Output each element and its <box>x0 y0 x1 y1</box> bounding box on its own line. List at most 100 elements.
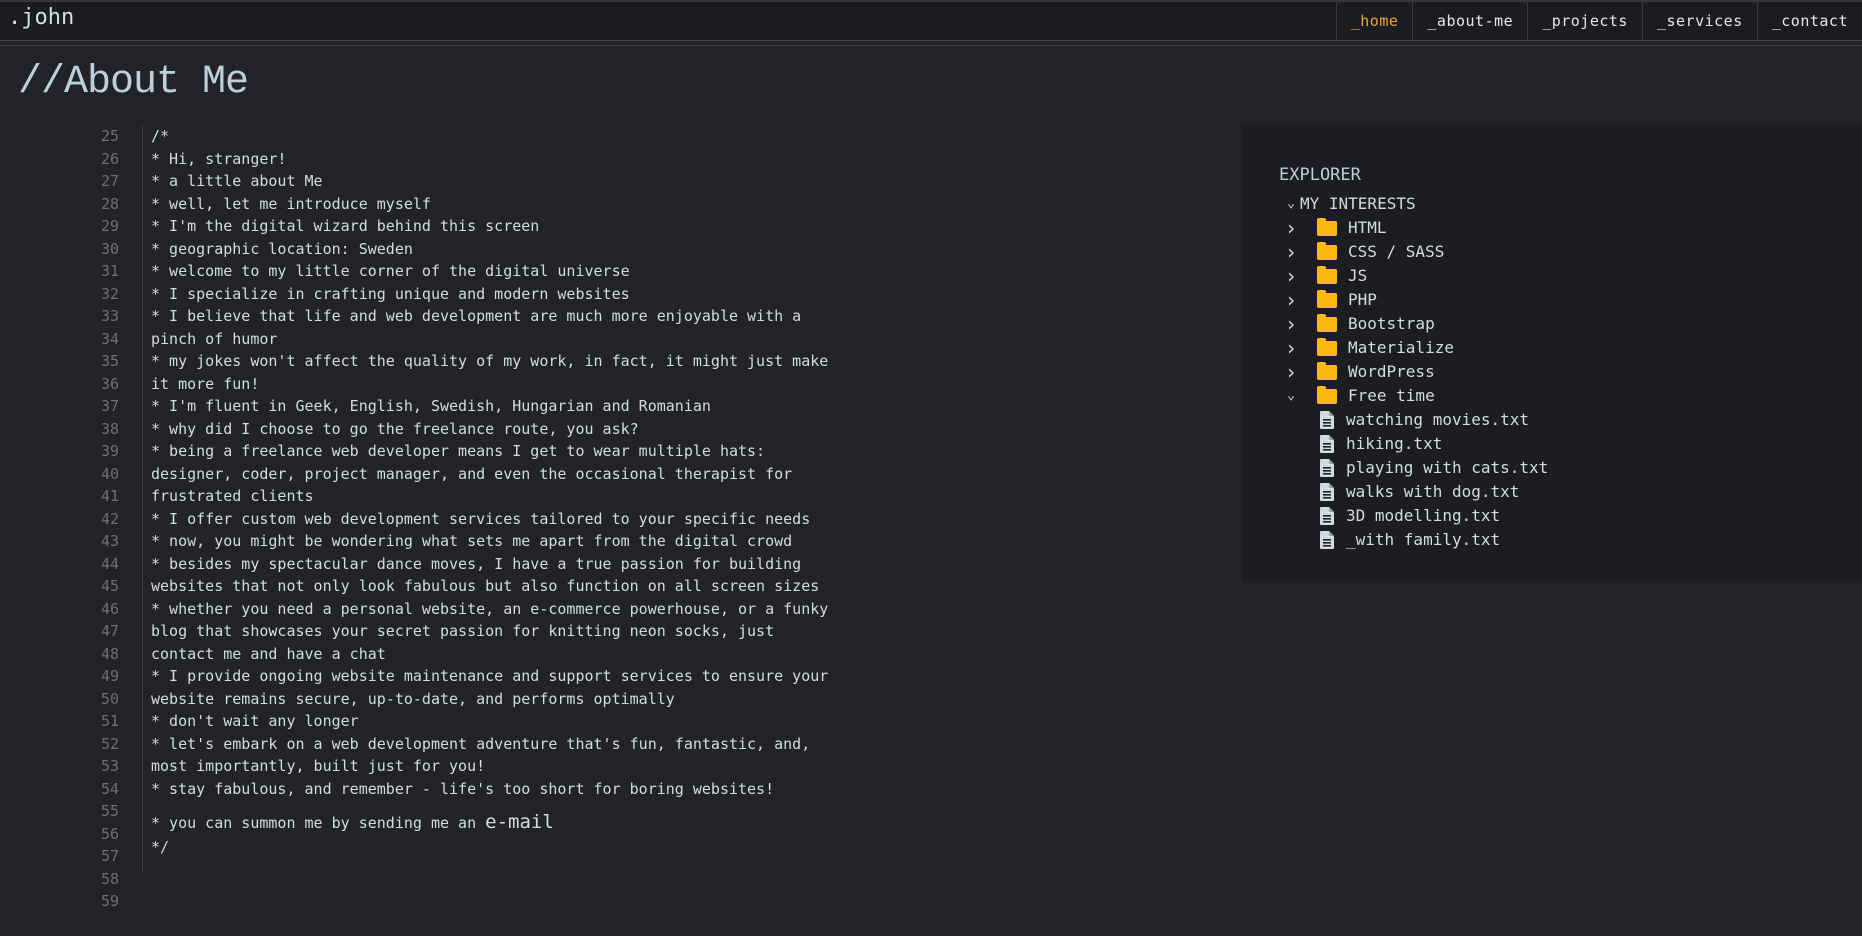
nav-contact[interactable]: _contact <box>1756 2 1862 40</box>
folder-label: Materialize <box>1348 338 1454 357</box>
file-item[interactable]: watching movies.txt <box>1282 408 1548 432</box>
line-number: 51 <box>100 712 119 730</box>
code-line: * I specialize in crafting unique and mo… <box>151 284 630 303</box>
email-link[interactable]: e-mail <box>485 811 554 833</box>
section-label: MY INTERESTS <box>1300 194 1416 213</box>
file-text-icon <box>1320 531 1334 549</box>
file-text-icon <box>1320 483 1334 501</box>
email-line: * you can summon me by sending me an e-m… <box>151 809 828 836</box>
folder-label: Free time <box>1348 386 1435 405</box>
folder-label: WordPress <box>1348 362 1435 381</box>
code-line: most importantly, built just for you! <box>151 757 486 775</box>
line-number: 35 <box>100 352 119 370</box>
code-line: * well, let me introduce myself <box>151 194 431 213</box>
top-bar: .john _home _about-me _projects _service… <box>0 0 1862 41</box>
explorer-title: EXPLORER <box>1279 165 1361 185</box>
line-number: 56 <box>100 824 119 843</box>
about-code-block: /* * Hi, stranger! * a little about Me * we… <box>151 125 828 859</box>
chevron-right-icon: › <box>1284 336 1298 360</box>
chevron-down-icon: ⌄ <box>1287 196 1295 211</box>
chevron-right-icon: › <box>1284 288 1298 312</box>
line-number: 55 <box>100 802 119 820</box>
chevron-right-icon: › <box>1284 312 1298 336</box>
code-line: websites that not only look fabulous but… <box>151 577 820 595</box>
folder-icon <box>1317 289 1337 308</box>
line-number: 49 <box>100 667 119 685</box>
line-number: 26 <box>100 149 119 168</box>
folder-item[interactable]: › Materialize <box>1282 336 1548 360</box>
file-text-icon <box>1320 411 1334 429</box>
code-line: * geographic location: Sweden <box>151 239 413 258</box>
file-label: playing with cats.txt <box>1346 458 1549 477</box>
line-number: 29 <box>100 217 119 235</box>
line-number: 36 <box>100 374 119 393</box>
folder-icon <box>1317 313 1337 332</box>
folder-item[interactable]: › HTML <box>1282 216 1548 240</box>
line-number: 31 <box>100 262 119 280</box>
email-prefix: * you can summon me by sending me an <box>151 814 486 832</box>
folder-item-free-time[interactable]: ⌄ Free time <box>1282 384 1548 408</box>
line-number: 37 <box>100 397 119 415</box>
divider <box>0 45 1862 46</box>
folder-label: JS <box>1348 266 1368 285</box>
code-line: * whether you need a personal website, a… <box>151 599 829 618</box>
section-my-interests[interactable]: ⌄ MY INTERESTS <box>1282 192 1548 216</box>
line-number: 50 <box>100 689 119 708</box>
line-number: 32 <box>100 284 119 303</box>
line-number: 40 <box>100 464 119 483</box>
nav-home[interactable]: _home <box>1335 2 1413 40</box>
code-line: * don't wait any longer <box>151 712 359 730</box>
nav-projects[interactable]: _projects <box>1527 2 1642 40</box>
folder-icon <box>1317 241 1337 260</box>
code-line: blog that showcases your secret passion … <box>151 622 775 640</box>
code-line: * being a freelance web developer means … <box>151 442 766 460</box>
code-line: it more fun! <box>151 374 260 393</box>
line-number: 47 <box>100 622 119 640</box>
line-number: 52 <box>100 734 119 753</box>
file-item[interactable]: hiking.txt <box>1282 432 1548 456</box>
brand-logo[interactable]: .john <box>8 5 74 30</box>
code-line: * let's embark on a web development adve… <box>151 734 811 753</box>
line-number: 58 <box>100 869 119 888</box>
file-item[interactable]: walks with dog.txt <box>1282 480 1548 504</box>
folder-icon <box>1317 337 1337 356</box>
line-number: 27 <box>100 172 119 190</box>
line-number: 46 <box>100 599 119 618</box>
main-nav: _home _about-me _projects _services _con… <box>1335 2 1862 40</box>
folder-item[interactable]: › CSS / SASS <box>1282 240 1548 264</box>
file-item[interactable]: _with family.txt <box>1282 528 1548 552</box>
file-label: watching movies.txt <box>1346 410 1530 429</box>
file-text-icon <box>1320 435 1334 453</box>
nav-about-me[interactable]: _about-me <box>1412 2 1527 40</box>
chevron-right-icon: › <box>1284 360 1298 384</box>
line-number: 48 <box>100 644 119 663</box>
code-line: /* <box>151 127 170 145</box>
folder-item[interactable]: › WordPress <box>1282 360 1548 384</box>
code-line: * welcome to my little corner of the dig… <box>151 262 630 280</box>
chevron-down-icon: ⌄ <box>1287 388 1295 403</box>
line-number: 42 <box>100 509 119 528</box>
code-line: * I provide ongoing website maintenance … <box>151 667 829 685</box>
file-item[interactable]: 3D modelling.txt <box>1282 504 1548 528</box>
file-text-icon <box>1320 507 1334 525</box>
file-text-icon <box>1320 459 1334 477</box>
folder-item[interactable]: › JS <box>1282 264 1548 288</box>
line-numbers: 25 26 27 28 29 30 31 32 33 34 35 36 37 38 39 40 41 42 43 44… <box>60 125 119 913</box>
line-number: 45 <box>100 577 119 595</box>
folder-label: HTML <box>1348 218 1387 237</box>
line-number: 30 <box>100 239 119 258</box>
file-label: walks with dog.txt <box>1346 482 1520 501</box>
code-line: designer, coder, project manager, and ev… <box>151 464 793 483</box>
folder-item[interactable]: › Bootstrap <box>1282 312 1548 336</box>
page-title: //About Me <box>18 60 249 105</box>
folder-label: PHP <box>1348 290 1377 309</box>
code-line: frustrated clients <box>151 487 314 505</box>
code-line: * I believe that life and web developmen… <box>151 307 802 325</box>
file-item[interactable]: playing with cats.txt <box>1282 456 1548 480</box>
code-line: * now, you might be wondering what sets … <box>151 532 793 550</box>
line-number: 44 <box>100 554 119 573</box>
code-line: * I'm the digital wizard behind this scr… <box>151 217 540 235</box>
nav-services[interactable]: _services <box>1641 2 1757 40</box>
folder-item[interactable]: › PHP <box>1282 288 1548 312</box>
folder-icon <box>1317 217 1337 236</box>
